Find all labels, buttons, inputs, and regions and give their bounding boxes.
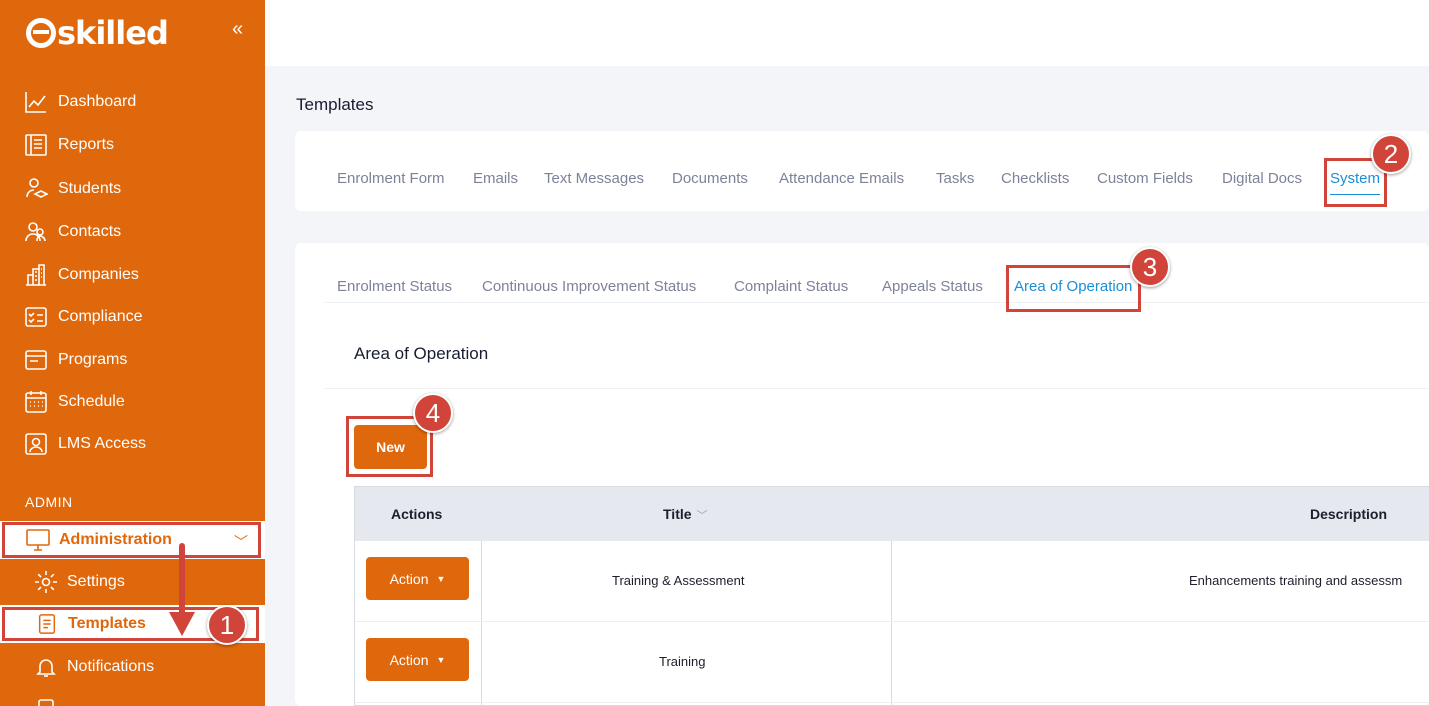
- sidebar-item-partial[interactable]: [34, 692, 67, 706]
- logo-e-mark: [26, 18, 56, 48]
- table-cell-title: Training & Assessment: [612, 573, 745, 588]
- column-header-title-label: Title: [663, 506, 692, 522]
- sidebar-item-students[interactable]: Students: [24, 174, 121, 204]
- action-label: Action: [389, 651, 429, 668]
- sidebar-item-label: Settings: [67, 573, 125, 590]
- section-divider: [324, 388, 1429, 389]
- annotation-box-area-of-operation: [1006, 265, 1141, 312]
- tab-enrolment-form[interactable]: Enrolment Form: [337, 170, 445, 187]
- callout-1: 1: [207, 605, 247, 645]
- callout-2: 2: [1371, 134, 1411, 174]
- caret-down-icon: ▼: [436, 573, 446, 584]
- action-label: Action: [389, 570, 429, 587]
- column-header-actions: Actions: [391, 506, 443, 522]
- row-divider: [355, 702, 1429, 703]
- sidebar-item-dashboard[interactable]: Dashboard: [24, 87, 136, 117]
- sidebar-item-programs[interactable]: Programs: [24, 345, 127, 375]
- column-header-title[interactable]: Title ﹀: [663, 506, 708, 523]
- subtab-continuous-improvement-status[interactable]: Continuous Improvement Status: [482, 278, 696, 295]
- sidebar-item-administration[interactable]: Administration ﹀: [2, 522, 261, 558]
- subtab-enrolment-status[interactable]: Enrolment Status: [337, 278, 452, 295]
- tab-tasks[interactable]: Tasks: [936, 170, 974, 187]
- sidebar-item-label: Contacts: [58, 223, 122, 240]
- tab-documents[interactable]: Documents: [672, 170, 748, 187]
- chevron-down-icon: ﹀: [234, 534, 248, 550]
- monitor-icon: [26, 529, 50, 551]
- calendar-icon: [25, 391, 47, 413]
- sidebar: skilled « Dashboard Reports Students Con…: [0, 0, 265, 706]
- annotation-arrow-shaft: [179, 543, 185, 621]
- contacts-icon: [25, 222, 46, 242]
- sidebar-item-label: Dashboard: [58, 93, 137, 110]
- building-icon: [26, 264, 46, 286]
- subtab-complaint-status[interactable]: Complaint Status: [734, 278, 848, 295]
- tab-custom-fields[interactable]: Custom Fields: [1097, 170, 1193, 187]
- chip-icon: [38, 699, 54, 706]
- tab-emails[interactable]: Emails: [473, 170, 518, 187]
- collapse-sidebar-icon[interactable]: «: [232, 18, 243, 41]
- sidebar-item-label: Templates: [68, 615, 146, 632]
- sidebar-item-label: Schedule: [58, 393, 125, 410]
- callout-4: 4: [413, 393, 453, 433]
- table-cell-title: Training: [659, 654, 706, 669]
- subtabs-divider: [324, 302, 1429, 303]
- gear-icon: [35, 571, 57, 593]
- sort-chevron-icon: ﹀: [696, 510, 708, 522]
- sidebar-item-label: Administration: [59, 531, 172, 548]
- topbar: [265, 0, 1429, 66]
- sidebar-item-label: Compliance: [58, 308, 143, 325]
- sidebar-item-label: Companies: [58, 266, 139, 283]
- sidebar-item-reports[interactable]: Reports: [24, 130, 114, 160]
- callout-3: 3: [1130, 247, 1170, 287]
- column-header-description: Description: [1310, 506, 1388, 522]
- sidebar-item-notifications[interactable]: Notifications: [34, 652, 154, 682]
- sidebar-item-settings[interactable]: Settings: [34, 567, 125, 597]
- sidebar-item-label: LMS Access: [58, 435, 147, 452]
- column-divider: [481, 541, 482, 705]
- eskilled-logo[interactable]: skilled: [26, 14, 169, 52]
- subtab-appeals-status[interactable]: Appeals Status: [882, 278, 983, 295]
- tab-checklists[interactable]: Checklists: [1001, 170, 1069, 187]
- row-action-button[interactable]: Action ▼: [366, 557, 469, 600]
- sidebar-item-compliance[interactable]: Compliance: [24, 302, 142, 332]
- caret-down-icon: ▼: [436, 654, 446, 665]
- sidebar-item-label: Programs: [58, 351, 128, 368]
- tab-text-messages[interactable]: Text Messages: [544, 170, 644, 187]
- students-icon: [26, 178, 48, 198]
- annotation-arrow-head: [169, 612, 195, 636]
- sidebar-item-label: Notifications: [67, 658, 155, 675]
- sidebar-item-label: Reports: [58, 136, 115, 153]
- chart-line-icon: [25, 92, 46, 113]
- sidebar-item-schedule[interactable]: Schedule: [24, 387, 125, 417]
- sidebar-item-contacts[interactable]: Contacts: [24, 217, 121, 247]
- bell-icon: [36, 659, 56, 677]
- tab-attendance-emails[interactable]: Attendance Emails: [779, 170, 904, 187]
- column-divider: [891, 541, 892, 705]
- tab-digital-docs[interactable]: Digital Docs: [1222, 170, 1302, 187]
- document-icon: [38, 614, 56, 634]
- table-header: [355, 487, 1429, 541]
- window-icon: [25, 350, 47, 370]
- sidebar-item-label: Students: [58, 180, 122, 197]
- sidebar-item-companies[interactable]: Companies: [24, 260, 139, 290]
- admin-section-header: ADMIN: [25, 494, 73, 510]
- table-cell-description: Enhancements training and assessm: [1189, 573, 1403, 588]
- user-card-icon: [25, 433, 47, 455]
- section-title: Area of Operation: [354, 344, 489, 363]
- report-icon: [25, 134, 47, 156]
- row-divider: [355, 621, 1429, 622]
- logo-text: skilled: [57, 14, 169, 52]
- row-action-button[interactable]: Action ▼: [366, 638, 469, 681]
- area-of-operation-table: Actions Title ﹀ Description Action ▼ Train…: [354, 486, 1429, 706]
- page-title: Templates: [296, 95, 374, 114]
- checklist-icon: [25, 307, 47, 327]
- sidebar-item-lms-access[interactable]: LMS Access: [24, 429, 146, 459]
